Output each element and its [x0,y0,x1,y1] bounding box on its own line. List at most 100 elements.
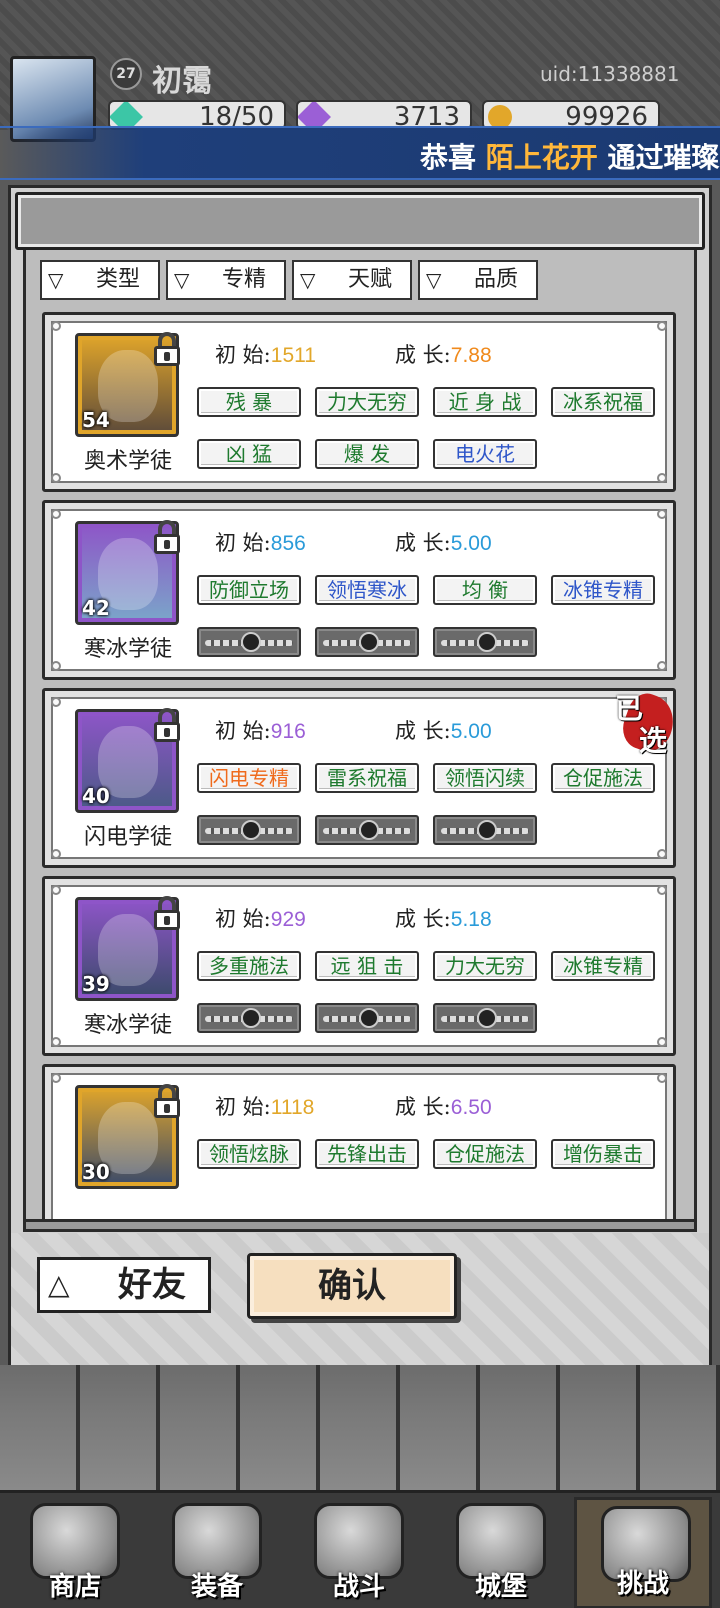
screw-decoration [51,849,61,859]
announcement-text: 恭喜 陌上花开 通过璀璨 [420,141,720,174]
talent-tag[interactable]: 多重施法 [197,951,301,981]
friends-button[interactable]: △ 好友 [37,1257,211,1313]
talent-tag[interactable]: 增伤暴击 [551,1139,655,1169]
player-name: 初霭 [152,64,212,99]
selected-stamp: 已选 [609,685,682,761]
talent-tag[interactable]: 闪电专精 [197,763,301,793]
screw-decoration [657,509,667,519]
announcement-banner: 恭喜 陌上花开 通过璀璨 [0,126,720,180]
screw-decoration [51,473,61,483]
nav-item-1[interactable]: 装备 [148,1497,286,1608]
apprentice-name: 闪电学徒 [83,825,172,850]
lock-icon[interactable] [152,708,182,742]
lock-icon[interactable] [152,1084,182,1118]
apprentice-portrait[interactable]: 30 [75,1084,182,1189]
lock-icon[interactable] [152,896,182,930]
nav-item-4[interactable]: 挑战 [574,1497,712,1608]
list-bottom-edge [23,1222,697,1232]
talent-tag[interactable]: 仓促施法 [551,763,655,793]
screw-decoration [51,1073,61,1083]
filter-type[interactable]: ▽ 类型 [40,260,160,300]
screw-decoration [657,1073,667,1083]
screw-decoration [51,661,61,671]
filter-talent[interactable]: ▽ 天赋 [292,260,412,300]
locked-slot-chain [197,627,301,657]
talent-tag[interactable]: 领悟炫脉 [197,1139,301,1169]
growth-stat: 成 长:7.88 [395,343,492,367]
talent-tag[interactable]: 先锋出击 [315,1139,419,1169]
talent-tag[interactable]: 爆 发 [315,439,419,469]
triangle-up-icon: △ [48,1268,70,1301]
player-level-badge: 27 [110,58,142,90]
apprentice-level: 42 [82,596,110,620]
filter-dropdown-icon: ▽ [300,268,316,292]
screw-decoration [657,1037,667,1047]
locked-slot-chain [433,1003,537,1033]
locked-slot-chain [197,1003,301,1033]
apprentice-card[interactable]: 40 闪电学徒 初 始:916 成 长:5.00 闪电专精 雷系祝福 领悟闪续 仓促施法已选 [42,685,682,868]
talent-tag[interactable]: 残 暴 [197,387,301,417]
nav-item-0[interactable]: 商店 [6,1497,144,1608]
growth-stat: 成 长:6.50 [395,1095,492,1119]
talent-tag[interactable]: 领悟闪续 [433,763,537,793]
nav-label: 挑战 [616,1569,669,1599]
apprentice-list[interactable]: ▽ 类型 ▽ 专精 ▽ 天赋 ▽ 品质 54 奥术学徒 初 始:1511 成 长:7.… [23,250,697,1222]
talent-tag[interactable]: 防御立场 [197,575,301,605]
talent-tag[interactable]: 力大无穷 [315,387,419,417]
apprentice-card[interactable]: 42 寒冰学徒 初 始:856 成 长:5.00 防御立场 领悟寒冰均 衡冰锥专精 [42,500,676,680]
apprentice-portrait[interactable]: 54 [75,332,182,437]
screw-decoration [657,321,667,331]
talent-tag[interactable]: 远 狙 击 [315,951,419,981]
screw-decoration [657,473,667,483]
locked-slot-chain [433,627,537,657]
screw-decoration [51,509,61,519]
apprentice-card[interactable]: 30 初 始:1118 成 长:6.50 领悟炫脉 先锋出击 仓促施法 增伤暴击 [42,1064,676,1219]
apprentice-level: 54 [82,408,110,432]
filter-quality[interactable]: ▽ 品质 [418,260,538,300]
talent-tag[interactable]: 仓促施法 [433,1139,537,1169]
apprentice-name: 寒冰学徒 [83,1013,172,1038]
talent-tag[interactable]: 电火花 [433,439,537,469]
talent-tag[interactable]: 雷系祝福 [315,763,419,793]
apprentice-portrait[interactable]: 42 [75,520,182,625]
initial-stat: 初 始:1511 [215,343,316,367]
lock-icon[interactable] [152,520,182,554]
initial-stat: 初 始:856 [215,531,306,555]
apprentice-card[interactable]: 54 奥术学徒 初 始:1511 成 长:7.88 残 暴力大无穷近 身 战冰系祝福凶 … [42,312,676,492]
talent-tag[interactable]: 冰锥专精 [551,951,655,981]
filter-dropdown-icon: ▽ [48,268,64,292]
growth-stat: 成 长:5.00 [395,531,492,555]
locked-slot-chain [433,815,537,845]
panel-title-bar [15,192,705,250]
talent-tag[interactable]: 近 身 战 [433,387,537,417]
talent-tag[interactable]: 凶 猛 [197,439,301,469]
apprentice-name: 寒冰学徒 [83,637,172,662]
apprentice-portrait[interactable]: 39 [75,896,182,1001]
talent-tag[interactable]: 冰系祝福 [551,387,655,417]
talent-tag[interactable]: 力大无穷 [433,951,537,981]
lock-icon[interactable] [152,332,182,366]
talent-tag[interactable]: 冰锥专精 [551,575,655,605]
locked-slot-chain [197,815,301,845]
initial-stat: 初 始:916 [215,719,306,743]
apprentice-level: 39 [82,972,110,996]
initial-stat: 初 始:929 [215,907,306,931]
nav-item-2[interactable]: 战斗 [290,1497,428,1608]
talent-tag[interactable]: 领悟寒冰 [315,575,419,605]
nav-label: 装备 [190,1572,243,1602]
apprentice-card[interactable]: 39 寒冰学徒 初 始:929 成 长:5.18 多重施法远 狙 击力大无穷 冰锥专精 [42,876,676,1056]
talent-tag[interactable]: 均 衡 [433,575,537,605]
screw-decoration [657,661,667,671]
confirm-button[interactable]: 确认 [247,1253,457,1319]
screw-decoration [657,885,667,895]
screw-decoration [51,697,61,707]
nav-item-3[interactable]: 城堡 [432,1497,570,1608]
screw-decoration [51,321,61,331]
locked-slot-chain [315,815,419,845]
player-uid: uid:11338881 [540,62,680,86]
filter-specialty[interactable]: ▽ 专精 [166,260,286,300]
dungeon-background [0,1365,720,1490]
growth-stat: 成 长:5.00 [395,719,492,743]
apprentice-portrait[interactable]: 40 [75,708,182,813]
apprentice-name: 奥术学徒 [83,449,172,474]
